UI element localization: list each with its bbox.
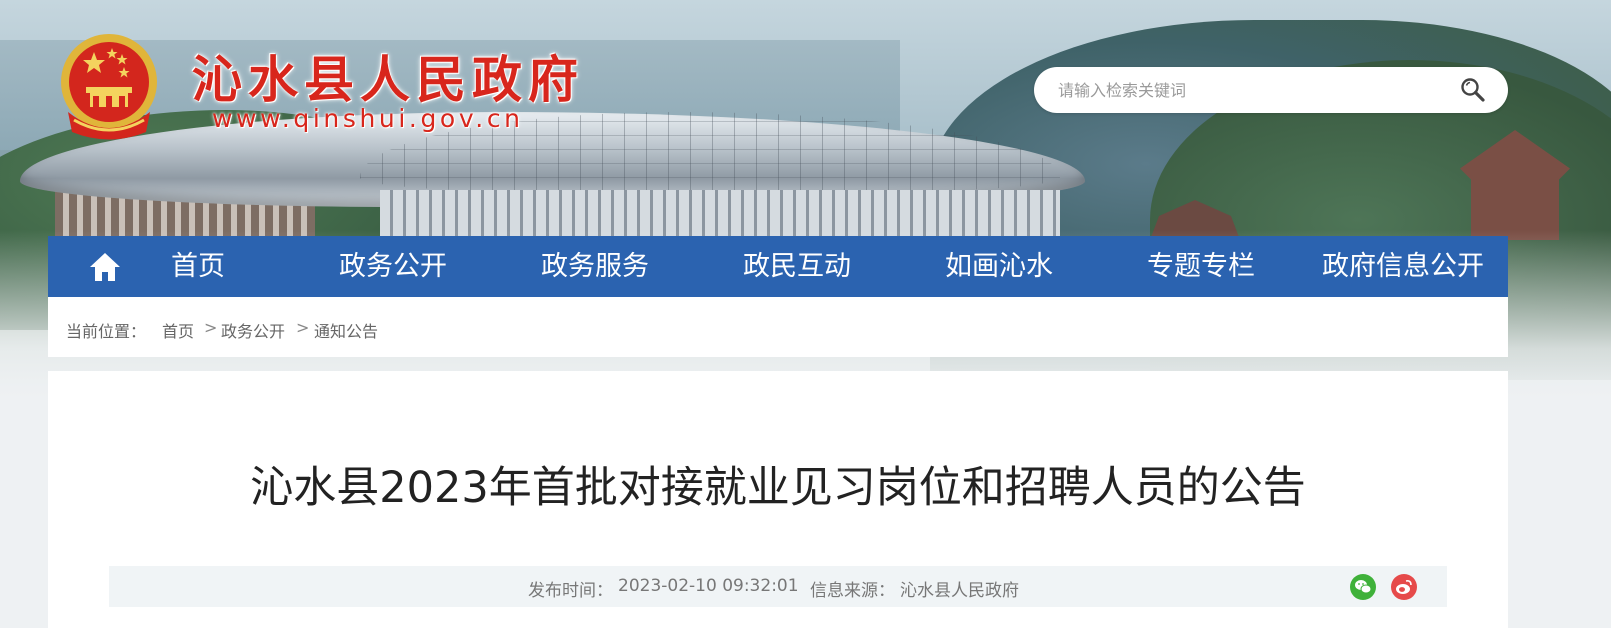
nav-item-scenery[interactable]: 如画沁水 [945, 250, 1053, 284]
breadcrumb-item-notices[interactable]: 通知公告 [314, 318, 378, 342]
source-label: 信息来源： [810, 581, 895, 601]
publish-time: 2023-02-10 09:32:01 [618, 576, 799, 596]
publish-time-label: 发布时间： [528, 581, 613, 601]
breadcrumb-item-home[interactable]: 首页 [162, 318, 194, 342]
breadcrumb-separator: > [296, 318, 310, 337]
main-nav: 首页 政务公开 政务服务 政民互动 如画沁水 专题专栏 政府信息公开 [48, 236, 1508, 297]
article-meta: 发布时间： 2023-02-10 09:32:01 信息来源： 沁水县人民政府 [109, 566, 1447, 607]
breadcrumb: 当前位置： 首页 > 政务公开 > 通知公告 [48, 297, 1508, 357]
search-input[interactable] [1058, 77, 1448, 103]
weibo-icon[interactable] [1391, 574, 1417, 600]
site-title: 沁水县人民政府 [192, 50, 584, 109]
nav-item-information-disclosure[interactable]: 政府信息公开 [1322, 250, 1484, 284]
national-emblem-icon [56, 32, 162, 144]
wechat-icon[interactable] [1350, 574, 1376, 600]
search-icon[interactable] [1460, 77, 1486, 103]
nav-item-special-topics[interactable]: 专题专栏 [1147, 250, 1255, 284]
breadcrumb-label: 当前位置： [66, 322, 147, 341]
nav-item-government-affairs[interactable]: 政务公开 [339, 250, 447, 284]
nav-item-home[interactable]: 首页 [171, 250, 225, 284]
home-icon[interactable] [88, 251, 122, 283]
article-container: 沁水县2023年首批对接就业见习岗位和招聘人员的公告 发布时间： 2023-02… [48, 371, 1508, 628]
source-value: 沁水县人民政府 [900, 581, 1019, 601]
breadcrumb-separator: > [204, 318, 218, 337]
nav-item-government-services[interactable]: 政务服务 [541, 250, 649, 284]
site-url: www.qinshui.gov.cn [212, 104, 524, 133]
article-title: 沁水县2023年首批对接就业见习岗位和招聘人员的公告 [250, 463, 1306, 513]
breadcrumb-item-government-affairs[interactable]: 政务公开 [221, 318, 285, 342]
nav-item-interaction[interactable]: 政民互动 [743, 250, 851, 284]
search-box [1034, 67, 1508, 113]
